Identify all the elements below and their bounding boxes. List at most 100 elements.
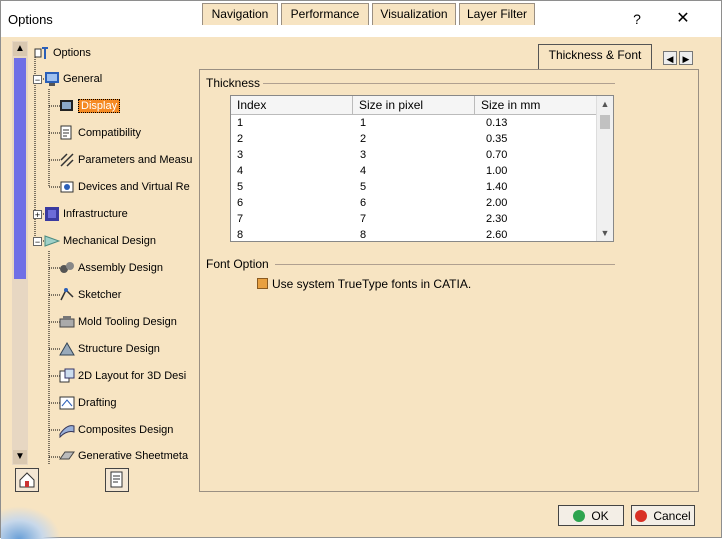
expander-general[interactable]: − — [33, 75, 42, 85]
tab-navigation[interactable]: Navigation — [202, 3, 278, 25]
tree-item-options[interactable]: Options — [34, 43, 91, 63]
ok-button[interactable]: OK — [558, 505, 624, 526]
tab-visualization[interactable]: Visualization — [372, 3, 456, 25]
tree-item-mechanical-design[interactable]: Mechanical Design — [44, 231, 156, 251]
tree-item-devices[interactable]: Devices and Virtual Re — [59, 177, 190, 197]
cell-size-mm: 1.40 — [486, 181, 508, 193]
cell-size-pixel: 1 — [360, 117, 367, 129]
tree-item-display[interactable]: Display — [59, 96, 121, 116]
cancel-label: Cancel — [653, 508, 691, 523]
tree-label-drafting: Drafting — [78, 397, 117, 409]
mold-tooling-icon — [59, 314, 75, 330]
table-row[interactable]: 4 4 1.00 — [231, 163, 597, 179]
layout-2d-icon — [59, 368, 75, 384]
tree-item-compatibility[interactable]: Compatibility — [59, 123, 141, 143]
cell-size-mm: 2.30 — [486, 213, 508, 225]
tree-item-generative-sheetmetal[interactable]: Generative Sheetmeta — [59, 446, 188, 465]
tree-item-composites-design[interactable]: Composites Design — [59, 420, 173, 440]
tree-item-sketcher[interactable]: Sketcher — [59, 285, 121, 305]
cell-size-pixel: 7 — [360, 213, 367, 225]
table-scroll-thumb[interactable] — [600, 115, 610, 129]
ok-label: OK — [591, 508, 609, 523]
cell-size-mm: 2.60 — [486, 229, 508, 241]
scroll-down-icon[interactable]: ▼ — [13, 450, 27, 464]
table-row[interactable]: 6 6 2.00 — [231, 195, 597, 211]
thickness-group-title: Thickness — [206, 76, 261, 90]
table-row[interactable]: 7 7 2.30 — [231, 211, 597, 227]
cell-size-pixel: 2 — [360, 133, 367, 145]
tree-item-mold-tooling[interactable]: Mold Tooling Design — [59, 312, 177, 332]
scroll-up-icon[interactable]: ▲ — [13, 42, 27, 56]
tab-scroll-left-icon[interactable]: ◀ — [663, 51, 677, 65]
tree-label-devices: Devices and Virtual Re — [78, 181, 190, 193]
general-icon — [44, 71, 60, 87]
tree-label-generative-sheetmetal: Generative Sheetmeta — [78, 450, 189, 462]
tree-label-options: Options — [53, 47, 91, 59]
expander-mechanical[interactable]: − — [33, 237, 42, 247]
cell-size-mm: 2.00 — [486, 197, 508, 209]
cell-index: 7 — [237, 213, 244, 225]
table-scrollbar[interactable]: ▲ ▼ — [596, 96, 613, 241]
cell-size-pixel: 3 — [360, 149, 367, 161]
tree-scrollbar[interactable]: ▲ ▼ — [12, 41, 28, 465]
cell-size-mm: 0.13 — [486, 117, 508, 129]
table-scroll-down-icon[interactable]: ▼ — [597, 225, 613, 241]
tab-layer-filter[interactable]: Layer Filter — [459, 3, 535, 25]
help-button[interactable]: ? — [627, 9, 647, 29]
tree-item-assembly-design[interactable]: Assembly Design — [59, 258, 163, 278]
table-row[interactable]: 2 2 0.35 — [231, 131, 597, 147]
column-header-size-mm[interactable]: Size in mm — [475, 96, 597, 114]
tree-label-general: General — [63, 73, 103, 85]
column-header-index[interactable]: Index — [231, 96, 353, 114]
tree-item-general[interactable]: General — [44, 69, 102, 89]
expander-infrastructure[interactable]: + — [33, 210, 42, 220]
reset-home-button[interactable] — [15, 468, 39, 492]
parameters-report-button[interactable] — [105, 468, 129, 492]
cell-index: 4 — [237, 165, 244, 177]
cancel-dot-icon — [635, 509, 648, 522]
window-title: Options — [8, 12, 53, 27]
table-row[interactable]: 1 1 0.13 — [231, 115, 597, 131]
cell-size-pixel: 5 — [360, 181, 367, 193]
table-row[interactable]: 8 8 2.60 — [231, 227, 597, 241]
assembly-design-icon — [59, 260, 75, 276]
close-button[interactable]: ✕ — [673, 9, 693, 29]
cell-index: 8 — [237, 229, 244, 241]
table-row[interactable]: 3 3 0.70 — [231, 147, 597, 163]
cell-size-mm: 0.70 — [486, 149, 508, 161]
table-header: Index Size in pixel Size in mm — [231, 96, 597, 115]
options-dialog: Options ? ✕ ▲ ▼ Options − General Displa… — [0, 0, 722, 539]
parameters-icon — [59, 152, 75, 168]
display-icon — [59, 98, 75, 114]
table-scroll-up-icon[interactable]: ▲ — [597, 96, 613, 112]
tree-label-mechanical-design: Mechanical Design — [63, 235, 156, 247]
cell-index: 2 — [237, 133, 244, 145]
tree-item-infrastructure[interactable]: Infrastructure — [44, 204, 128, 224]
tab-thickness-font[interactable]: Thickness & Font — [538, 44, 652, 70]
thickness-table[interactable]: Index Size in pixel Size in mm 1 1 0.13 2 2 0… — [230, 95, 614, 242]
truetype-fonts-label: Use system TrueType fonts in CATIA. — [272, 277, 472, 291]
drafting-icon — [59, 395, 75, 411]
options-tree: ▲ ▼ Options − General Display Compatibil… — [12, 41, 195, 465]
tab-scroll-right-icon[interactable]: ▶ — [679, 51, 693, 65]
table-row[interactable]: 5 5 1.40 — [231, 179, 597, 195]
tab-performance[interactable]: Performance — [281, 3, 369, 25]
tree-item-parameters[interactable]: Parameters and Measu — [59, 150, 192, 170]
tree-label-2d-layout: 2D Layout for 3D Desi — [78, 370, 187, 382]
column-header-size-pixel[interactable]: Size in pixel — [353, 96, 475, 114]
tree-item-drafting[interactable]: Drafting — [59, 393, 117, 413]
truetype-fonts-checkbox[interactable] — [257, 278, 268, 289]
tree-item-2d-layout[interactable]: 2D Layout for 3D Desi — [59, 366, 186, 386]
structure-design-icon — [59, 341, 75, 357]
cell-index: 5 — [237, 181, 244, 193]
tree-label-assembly-design: Assembly Design — [78, 262, 163, 274]
cancel-button[interactable]: Cancel — [631, 505, 695, 526]
catia-corner-art — [1, 506, 61, 539]
scroll-thumb[interactable] — [14, 58, 26, 279]
tree-item-structure-design[interactable]: Structure Design — [59, 339, 160, 359]
cell-size-mm: 1.00 — [486, 165, 508, 177]
generative-sheetmetal-icon — [59, 448, 75, 464]
infrastructure-icon — [44, 206, 60, 222]
cell-size-pixel: 6 — [360, 197, 367, 209]
cell-index: 6 — [237, 197, 244, 209]
